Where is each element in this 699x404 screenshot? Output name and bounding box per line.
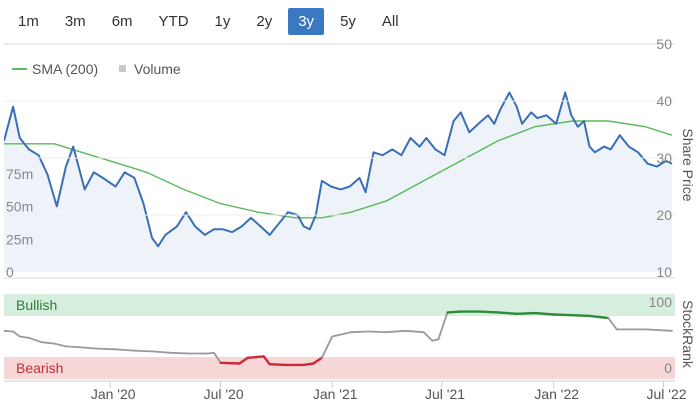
time-tick-label: Jan '20 (91, 386, 136, 402)
stockrank-segment (268, 363, 287, 367)
stockrank-segment (367, 330, 388, 334)
stockrank-segment (533, 311, 555, 316)
stock-chart: SMA (200) Volume 50 40 30 20 10 75m 50m 25m 0 S… (4, 36, 696, 402)
price-tick-label: 30 (656, 150, 672, 166)
stockrank-segment (496, 311, 518, 315)
bullish-band-label: Bullish (16, 297, 57, 313)
stockrank-segment (515, 311, 537, 315)
volume-tick-label: 0 (6, 264, 14, 280)
volume-tick-label: 50m (6, 199, 33, 215)
stockrank-segment (350, 330, 369, 334)
stockrank-segment (478, 310, 499, 314)
time-tick-label: Jul '21 (425, 386, 465, 402)
time-tick-label: Jan '22 (534, 386, 579, 402)
volume-tick-label: 25m (6, 231, 33, 247)
bearish-band-label: Bearish (16, 360, 63, 376)
stockrank-segment (169, 351, 190, 355)
stockrank-tick-label: 100 (649, 294, 673, 310)
stockrank-segment (4, 329, 15, 333)
time-tick-label: Jul '22 (646, 386, 686, 402)
stockrank-segment (552, 313, 574, 317)
bearish-band (4, 357, 675, 379)
share-price-axis-label: Share Price (680, 128, 696, 201)
stockrank-segment (302, 362, 315, 367)
legend: SMA (200) Volume (12, 61, 181, 77)
stockrank-segment (95, 347, 117, 351)
price-tick-label: 40 (656, 93, 672, 109)
stockrank-segment (206, 351, 215, 355)
stockrank-segment (133, 349, 153, 353)
time-axis: Jan '20 Jul '20 Jan '21 Jul '21 Jan '22 Jul '… (4, 380, 687, 402)
stockrank-tick-label: 0 (664, 360, 672, 376)
time-tick-label: Jul '20 (204, 386, 244, 402)
stockrank-segment (571, 314, 591, 318)
volume-legend-swatch (119, 65, 126, 72)
volume-tick-label: 75m (6, 166, 33, 182)
stockrank-segment (446, 310, 462, 314)
price-tick-label: 50 (656, 36, 672, 52)
stockrank-axis-label: StockRank (680, 300, 696, 369)
stockrank-segment (219, 361, 241, 365)
stockrank-segment (65, 345, 80, 349)
price-tick-label: 20 (656, 207, 672, 223)
stockrank-segment (246, 355, 265, 359)
volume-legend-label[interactable]: Volume (134, 61, 181, 77)
bullish-band (4, 294, 675, 316)
price-tick-label: 10 (656, 264, 672, 280)
sma-legend-label[interactable]: SMA (200) (32, 61, 98, 77)
time-tick-label: Jan '21 (313, 386, 358, 402)
